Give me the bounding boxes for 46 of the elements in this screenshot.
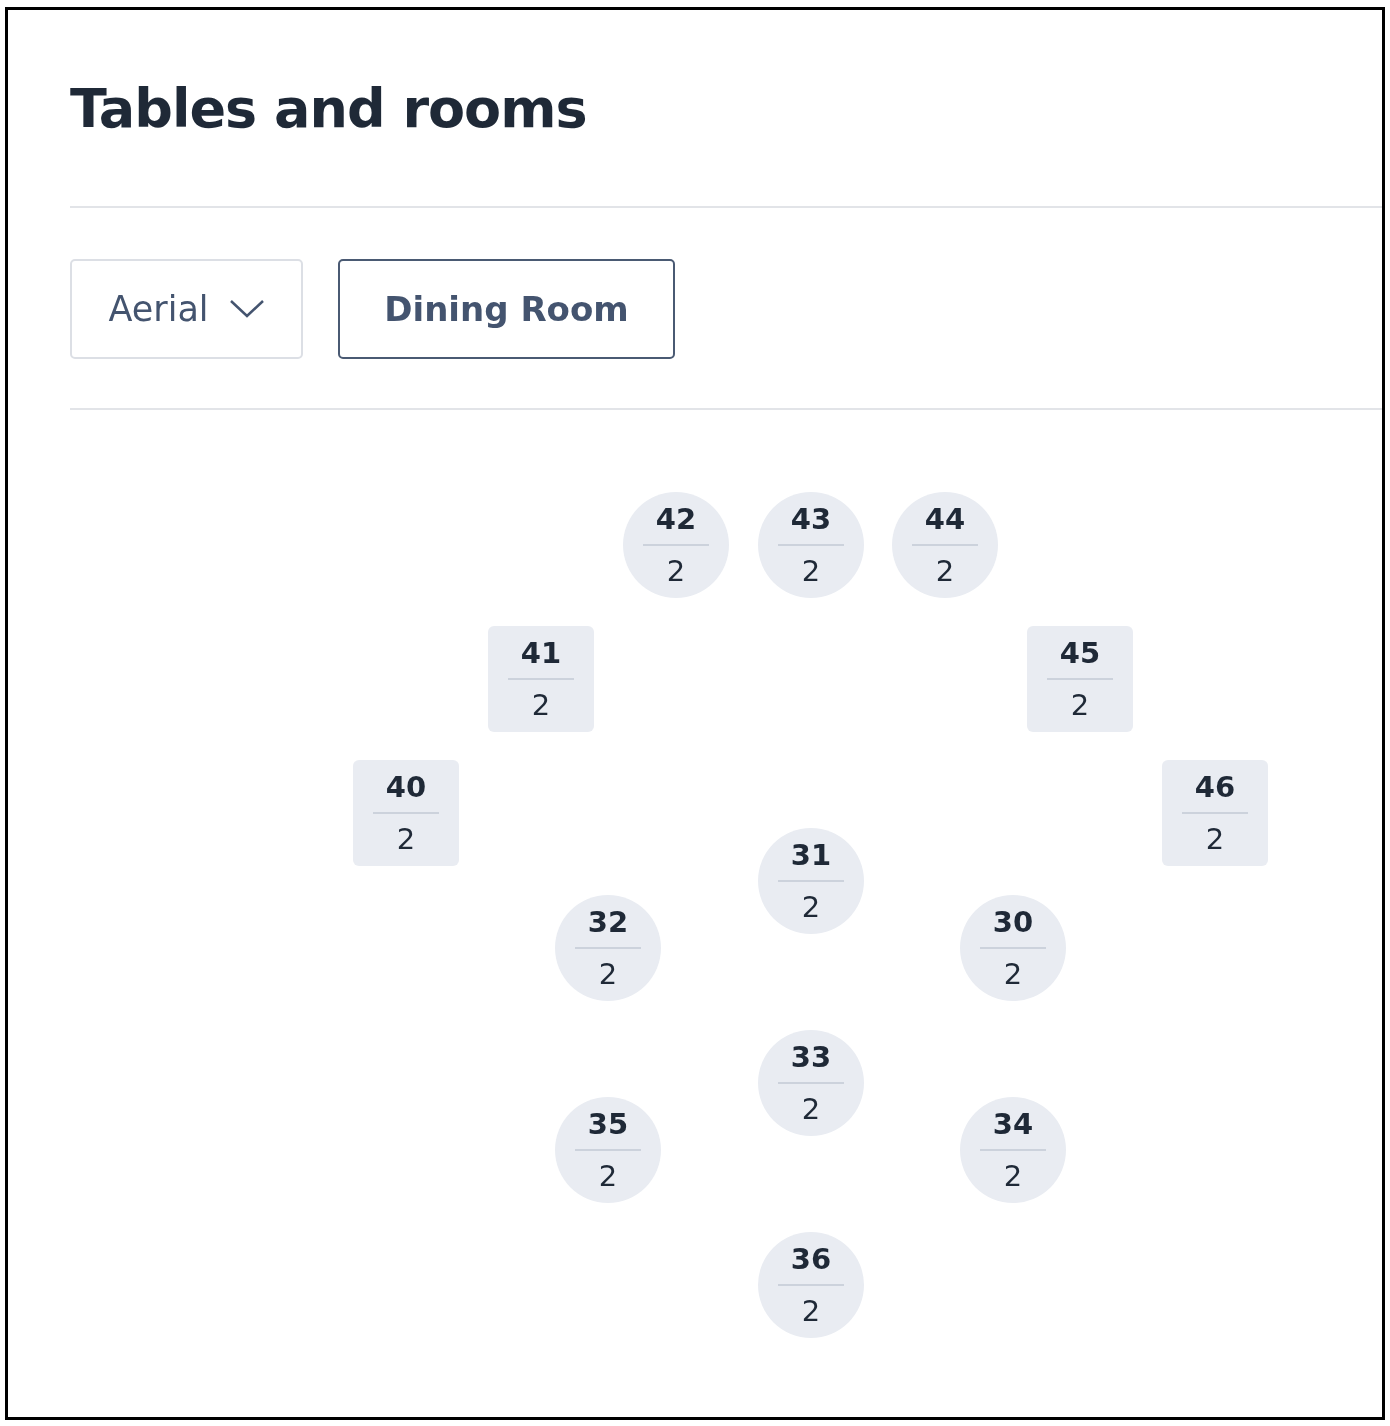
table-number: 35 — [587, 1107, 629, 1141]
table[interactable]: 42 2 — [623, 492, 729, 598]
seat-count: 2 — [935, 554, 955, 588]
table-number: 32 — [587, 905, 629, 939]
seat-count: 2 — [801, 890, 821, 924]
chevron-down-icon — [228, 299, 265, 319]
table[interactable]: 33 2 — [758, 1030, 864, 1136]
table[interactable]: 46 2 — [1162, 760, 1268, 866]
table[interactable]: 32 2 — [555, 895, 661, 1001]
seat-count: 2 — [1003, 957, 1023, 991]
table[interactable]: 43 2 — [758, 492, 864, 598]
table-number: 33 — [790, 1040, 832, 1074]
view-dropdown[interactable]: Aerial — [70, 259, 303, 359]
table-number: 34 — [992, 1107, 1034, 1141]
table[interactable]: 36 2 — [758, 1232, 864, 1338]
room-button[interactable]: Dining Room — [338, 259, 675, 359]
table[interactable]: 30 2 — [960, 895, 1066, 1001]
table-number: 41 — [520, 636, 562, 670]
table[interactable]: 40 2 — [353, 760, 459, 866]
seat-count: 2 — [531, 688, 551, 722]
table-number: 42 — [655, 502, 697, 536]
table-number: 30 — [992, 905, 1034, 939]
table[interactable]: 35 2 — [555, 1097, 661, 1203]
seat-count: 2 — [801, 1294, 821, 1328]
table[interactable]: 34 2 — [960, 1097, 1066, 1203]
table-number: 36 — [790, 1242, 832, 1276]
table[interactable]: 31 2 — [758, 828, 864, 934]
page-title: Tables and rooms — [70, 76, 588, 142]
seat-count: 2 — [1003, 1159, 1023, 1193]
table-number: 45 — [1059, 636, 1101, 670]
seat-count: 2 — [396, 822, 416, 856]
table-number: 31 — [790, 838, 832, 872]
table[interactable]: 44 2 — [892, 492, 998, 598]
table[interactable]: 41 2 — [488, 626, 594, 732]
seat-count: 2 — [1205, 822, 1225, 856]
table[interactable]: 45 2 — [1027, 626, 1133, 732]
seat-count: 2 — [598, 1159, 618, 1193]
seat-count: 2 — [666, 554, 686, 588]
table-number: 44 — [924, 502, 966, 536]
seat-count: 2 — [801, 554, 821, 588]
table-number: 43 — [790, 502, 832, 536]
seat-count: 2 — [598, 957, 618, 991]
seat-count: 2 — [801, 1092, 821, 1126]
table-number: 40 — [385, 770, 427, 804]
seat-count: 2 — [1070, 688, 1090, 722]
table-number: 46 — [1194, 770, 1236, 804]
